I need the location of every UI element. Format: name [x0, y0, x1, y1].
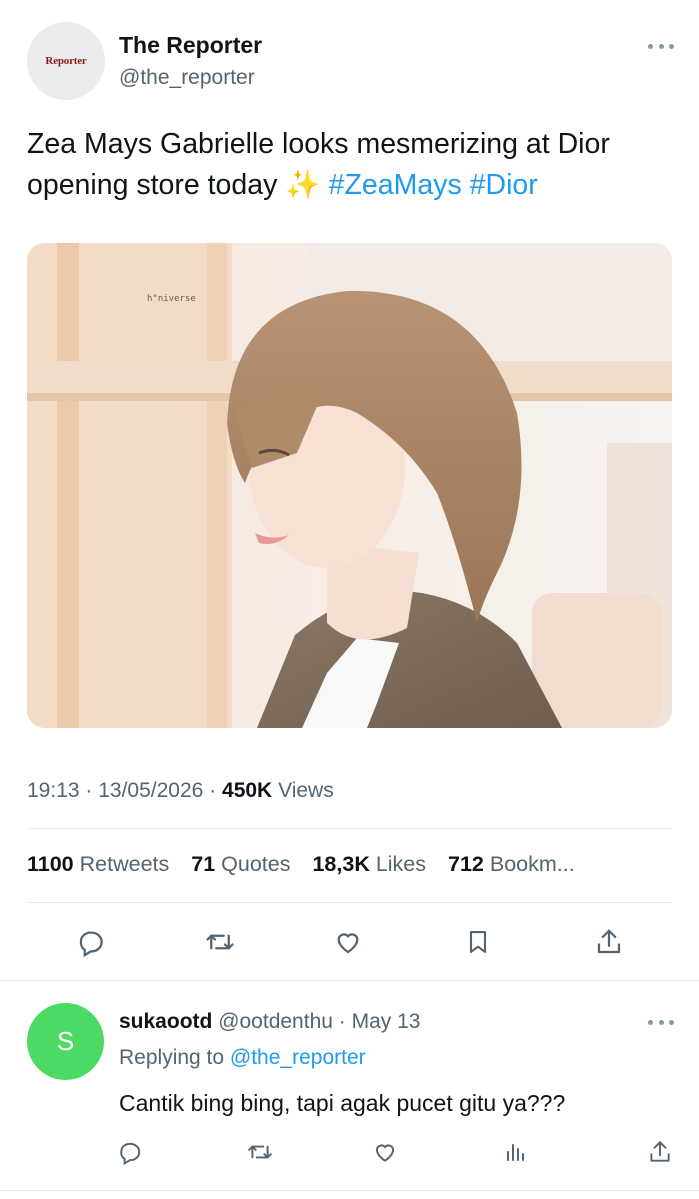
more-horizontal-icon[interactable] — [648, 36, 674, 56]
replying-to-handle[interactable]: @the_reporter — [230, 1046, 366, 1069]
like-icon[interactable] — [330, 924, 366, 960]
photo-illustration: h"niverse — [27, 243, 672, 728]
divider — [27, 828, 672, 829]
reply-icon[interactable] — [115, 1137, 145, 1167]
reply-date[interactable]: May 13 — [352, 1010, 421, 1033]
tweet-text: Zea Mays Gabrielle looks mesmerizing at … — [27, 124, 677, 206]
author-avatar[interactable]: Reporter — [27, 22, 105, 100]
retweet-icon[interactable] — [202, 924, 238, 960]
reply-icon[interactable] — [73, 924, 109, 960]
reply-author-handle[interactable]: @ootdenthu — [218, 1010, 333, 1033]
views-count: 450K — [222, 779, 273, 802]
divider — [27, 902, 672, 903]
reply-text: Cantik bing bing, tapi agak pucet gitu y… — [119, 1090, 566, 1116]
divider — [0, 1190, 699, 1191]
reply-author-name[interactable]: sukaootd — [119, 1010, 212, 1033]
avatar-logo: Reporter — [45, 55, 87, 67]
like-icon[interactable] — [370, 1137, 400, 1167]
tweet-timestamp[interactable]: 19:13 · 13/05/2026 · 450K Views — [27, 779, 334, 803]
stat-retweets[interactable]: 1100 Retweets — [27, 852, 169, 876]
replying-to: Replying to @the_reporter — [119, 1046, 366, 1070]
bookmark-icon[interactable] — [460, 924, 496, 960]
author-name[interactable]: The Reporter — [119, 32, 262, 59]
retweet-icon[interactable] — [245, 1137, 275, 1167]
stat-likes[interactable]: 18,3K Likes — [312, 852, 426, 876]
image-watermark: h"niverse — [147, 294, 196, 304]
stat-quotes[interactable]: 71 Quotes — [191, 852, 290, 876]
views-label: Views — [278, 779, 334, 802]
tweet-date: 13/05/2026 — [98, 779, 204, 802]
hashtag-zeamays[interactable]: #ZeaMays — [329, 169, 462, 201]
reply-avatar[interactable]: S — [27, 1003, 104, 1080]
share-icon[interactable] — [645, 1137, 675, 1167]
tweet-action-bar — [0, 918, 699, 966]
tweet-time: 19:13 — [27, 779, 80, 802]
author-handle[interactable]: @the_reporter — [119, 66, 255, 90]
more-horizontal-icon[interactable] — [648, 1012, 674, 1032]
share-icon[interactable] — [591, 924, 627, 960]
hashtag-dior[interactable]: #Dior — [470, 169, 538, 201]
reply-action-bar — [0, 1135, 699, 1171]
views-icon[interactable] — [500, 1137, 530, 1167]
stat-bookmarks[interactable]: 712 Bookm... — [448, 852, 575, 876]
reply-header: sukaootd @ootdenthu · May 13 — [119, 1010, 421, 1033]
divider — [0, 980, 699, 981]
tweet-image[interactable]: h"niverse — [27, 243, 672, 728]
replying-to-label: Replying to — [119, 1046, 225, 1069]
avatar-letter: S — [56, 1026, 75, 1056]
engagement-stats: 1100 Retweets 71 Quotes 18,3K Likes 712 … — [27, 852, 672, 877]
